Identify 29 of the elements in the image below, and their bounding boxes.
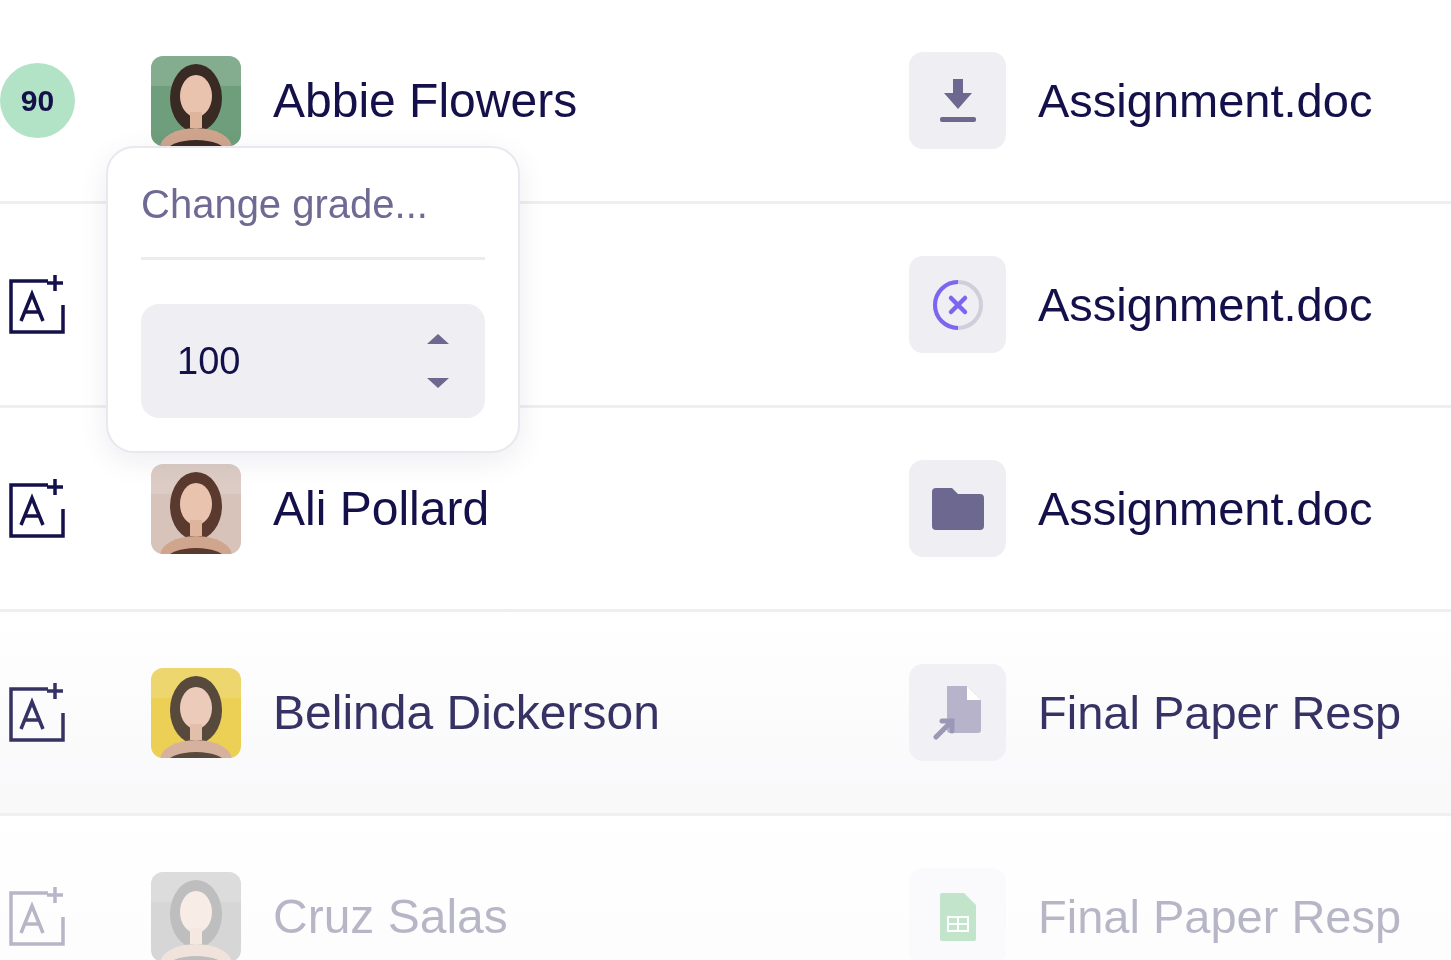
- student-name: Cruz Salas: [273, 890, 508, 943]
- grade-input[interactable]: 100: [141, 304, 485, 418]
- student-name: Ali Pollard: [273, 482, 490, 535]
- grade-badge: 90: [0, 63, 75, 138]
- student-name: Abbie Flowers: [273, 74, 578, 127]
- file-import-icon: [932, 685, 983, 740]
- file-name[interactable]: Assignment.doc: [1038, 482, 1373, 535]
- add-grade-button[interactable]: [8, 682, 68, 743]
- add-grade-icon: [8, 478, 68, 539]
- add-grade-button[interactable]: [8, 478, 68, 539]
- folder-icon: [931, 487, 984, 530]
- cancel-icon: [931, 278, 984, 331]
- student-name: Belinda Dickerson: [273, 686, 660, 739]
- file-name[interactable]: Assignment.doc: [1038, 278, 1373, 331]
- add-grade-icon: [8, 886, 68, 947]
- popover-title: Change grade...: [141, 182, 485, 260]
- file-icon-tile[interactable]: [909, 868, 1006, 960]
- download-icon: [938, 78, 977, 123]
- file-name[interactable]: Final Paper Resp: [1038, 686, 1402, 739]
- add-grade-button[interactable]: [8, 274, 68, 335]
- file-icon-tile[interactable]: [909, 52, 1006, 149]
- spinner-icon[interactable]: [427, 334, 449, 388]
- file-icon-tile[interactable]: [909, 460, 1006, 557]
- file-name[interactable]: Assignment.doc: [1038, 74, 1373, 127]
- add-grade-icon: [8, 682, 68, 743]
- add-grade-icon: [8, 274, 68, 335]
- file-icon-tile[interactable]: [909, 664, 1006, 761]
- file-icon-tile[interactable]: [909, 256, 1006, 353]
- spreadsheet-icon: [939, 892, 976, 941]
